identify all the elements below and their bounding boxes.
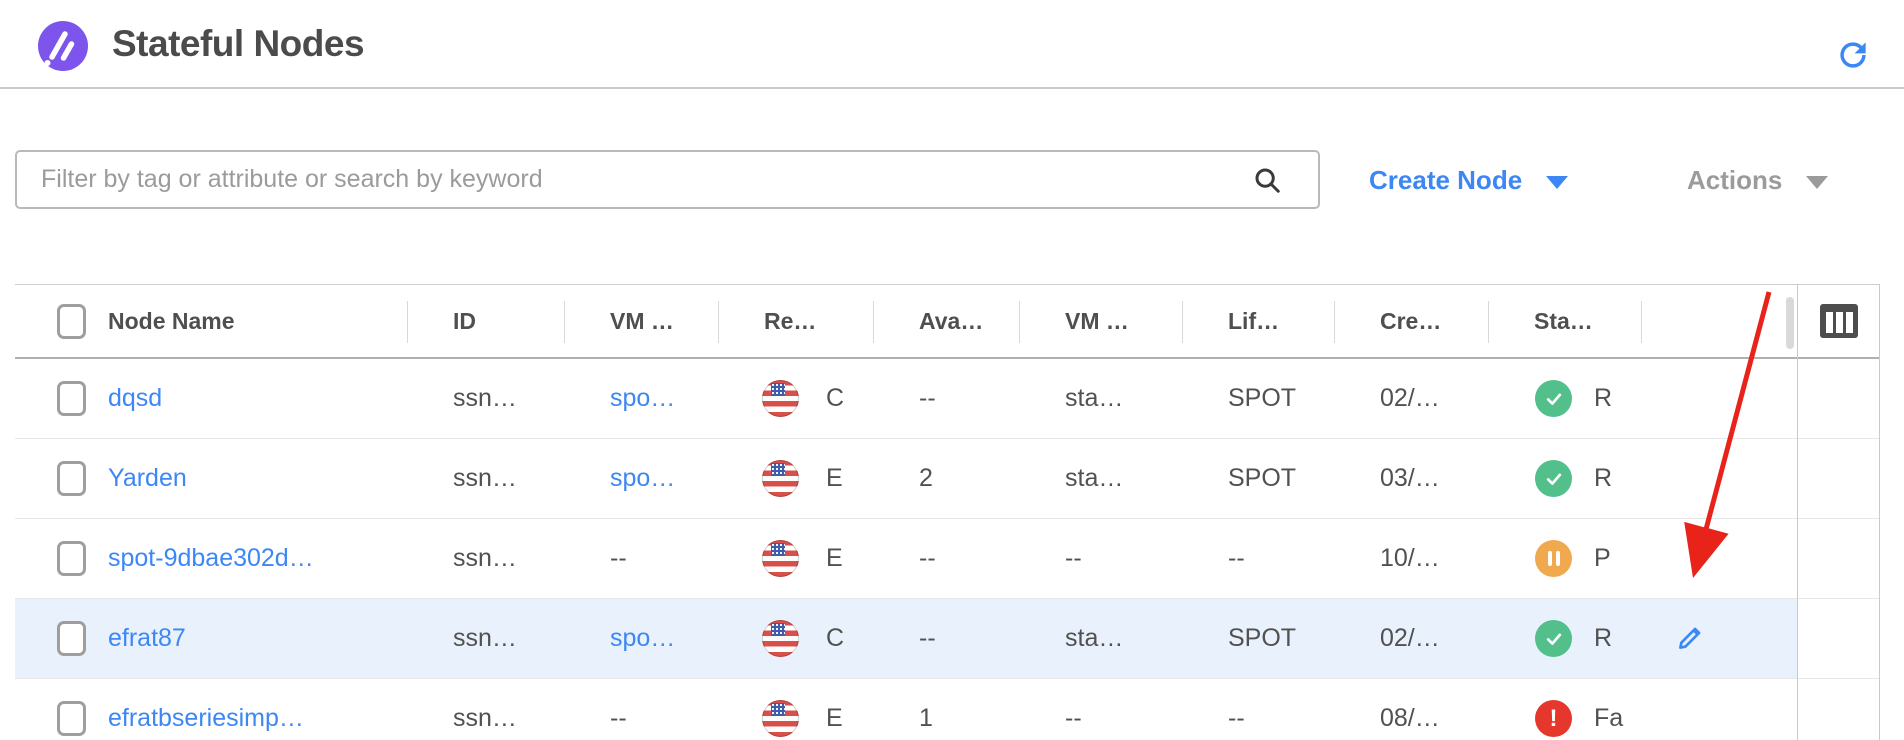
status-label: R <box>1594 464 1612 493</box>
vm-sizes-value: -- <box>1019 679 1182 740</box>
node-name-link[interactable]: dqsd <box>108 384 162 413</box>
column-header-status[interactable]: Sta… <box>1488 285 1641 357</box>
lifecycle-value: SPOT <box>1182 439 1334 518</box>
vm-sizes-value: sta… <box>1019 439 1182 518</box>
row-checkbox[interactable] <box>57 381 86 416</box>
status-running-icon <box>1535 460 1572 497</box>
column-header-vm-image[interactable]: VM … <box>564 285 718 357</box>
scrollbar-thumb[interactable] <box>1786 297 1794 349</box>
status-label: P <box>1594 544 1611 573</box>
created-at-value: 02/… <box>1334 599 1488 678</box>
filter-input[interactable] <box>15 150 1320 209</box>
search-icon[interactable] <box>1252 165 1282 195</box>
vm-sizes-value: sta… <box>1019 359 1182 438</box>
table-header-row: Node Name ID VM … Re… Ava… VM … Lif… Cre… <box>15 285 1879 359</box>
lifecycle-value: SPOT <box>1182 359 1334 438</box>
created-at-value: 03/… <box>1334 439 1488 518</box>
chevron-down-icon <box>1806 176 1828 189</box>
chevron-down-icon <box>1546 176 1568 189</box>
status-label: R <box>1594 384 1612 413</box>
status-running-icon <box>1535 620 1572 657</box>
refresh-icon <box>1834 62 1872 77</box>
region-value: E <box>826 544 843 573</box>
edit-node-button[interactable] <box>1673 622 1707 656</box>
node-name-link[interactable]: spot-9dbae302d… <box>108 544 314 573</box>
status-label: Fa <box>1594 704 1623 733</box>
node-id: ssn… <box>407 439 564 518</box>
region-value: E <box>826 464 843 493</box>
availability-zones-value: -- <box>873 599 1019 678</box>
column-header-created-at[interactable]: Cre… <box>1334 285 1488 357</box>
row-checkbox[interactable] <box>57 461 86 496</box>
availability-zones-value: 2 <box>873 439 1019 518</box>
app-header: Stateful Nodes <box>0 0 1904 89</box>
node-id: ssn… <box>407 599 564 678</box>
table-row[interactable]: dqsd ssn… spo… C -- sta… SPOT 02/… R <box>15 359 1879 439</box>
select-all-checkbox[interactable] <box>57 304 86 339</box>
column-header-vm-sizes[interactable]: VM … <box>1019 285 1182 357</box>
column-header-actions <box>1641 285 1797 357</box>
column-header-region[interactable]: Re… <box>718 285 873 357</box>
nodes-table: Node Name ID VM … Re… Ava… VM … Lif… Cre… <box>15 284 1880 740</box>
vm-image-link[interactable]: spo… <box>610 384 675 413</box>
created-at-value: 08/… <box>1334 679 1488 740</box>
node-id: ssn… <box>407 359 564 438</box>
status-label: R <box>1594 624 1612 653</box>
status-failed-icon: ! <box>1535 700 1572 737</box>
vm-image-link[interactable]: spo… <box>610 624 675 653</box>
actions-button[interactable]: Actions <box>1687 158 1828 202</box>
actions-label: Actions <box>1687 165 1782 196</box>
region-value: C <box>826 384 844 413</box>
stateful-nodes-page: Stateful Nodes Create Node Actions <box>0 0 1904 740</box>
column-picker-button[interactable] <box>1819 303 1859 339</box>
table-row-selected[interactable]: efrat87 ssn… spo… C -- sta… SPOT 02/… R <box>15 599 1879 679</box>
status-running-icon <box>1535 380 1572 417</box>
create-node-label: Create Node <box>1369 165 1522 196</box>
column-picker-icon <box>1819 327 1859 342</box>
column-divider <box>1797 285 1798 740</box>
node-name-link[interactable]: Yarden <box>108 464 187 493</box>
filter-bar <box>15 150 1320 209</box>
vm-sizes-value: sta… <box>1019 599 1182 678</box>
row-checkbox[interactable] <box>57 541 86 576</box>
us-flag-icon <box>762 540 799 577</box>
node-name-link[interactable]: efratbseriesimp… <box>108 704 304 733</box>
lifecycle-value: SPOT <box>1182 599 1334 678</box>
us-flag-icon <box>762 380 799 417</box>
page-title: Stateful Nodes <box>112 23 364 65</box>
node-name-link[interactable]: efrat87 <box>108 624 186 653</box>
row-checkbox[interactable] <box>57 621 86 656</box>
us-flag-icon <box>762 700 799 737</box>
refresh-button[interactable] <box>1834 36 1872 74</box>
lifecycle-value: -- <box>1182 679 1334 740</box>
vm-image-value: -- <box>564 679 718 740</box>
lifecycle-value: -- <box>1182 519 1334 598</box>
table-row[interactable]: Yarden ssn… spo… E 2 sta… SPOT 03/… R <box>15 439 1879 519</box>
availability-zones-value: 1 <box>873 679 1019 740</box>
column-header-lifecycle[interactable]: Lif… <box>1182 285 1334 357</box>
create-node-button[interactable]: Create Node <box>1369 158 1568 202</box>
us-flag-icon <box>762 620 799 657</box>
availability-zones-value: -- <box>873 359 1019 438</box>
vm-image-value: -- <box>564 519 718 598</box>
column-header-id[interactable]: ID <box>407 285 564 357</box>
pencil-icon <box>1674 642 1706 657</box>
row-checkbox[interactable] <box>57 701 86 736</box>
vm-sizes-value: -- <box>1019 519 1182 598</box>
table-row[interactable]: efratbseriesimp… ssn… -- E 1 -- -- 08/… … <box>15 679 1879 740</box>
availability-zones-value: -- <box>873 519 1019 598</box>
spot-logo-icon <box>38 21 88 71</box>
region-value: C <box>826 624 844 653</box>
vm-image-link[interactable]: spo… <box>610 464 675 493</box>
column-header-availability-zones[interactable]: Ava… <box>873 285 1019 357</box>
created-at-value: 10/… <box>1334 519 1488 598</box>
status-paused-icon <box>1535 540 1572 577</box>
created-at-value: 02/… <box>1334 359 1488 438</box>
table-row[interactable]: spot-9dbae302d… ssn… -- E -- -- -- 10/… … <box>15 519 1879 599</box>
column-header-node-name[interactable]: Node Name <box>100 285 407 357</box>
region-value: E <box>826 704 843 733</box>
us-flag-icon <box>762 460 799 497</box>
node-id: ssn… <box>407 679 564 740</box>
node-id: ssn… <box>407 519 564 598</box>
